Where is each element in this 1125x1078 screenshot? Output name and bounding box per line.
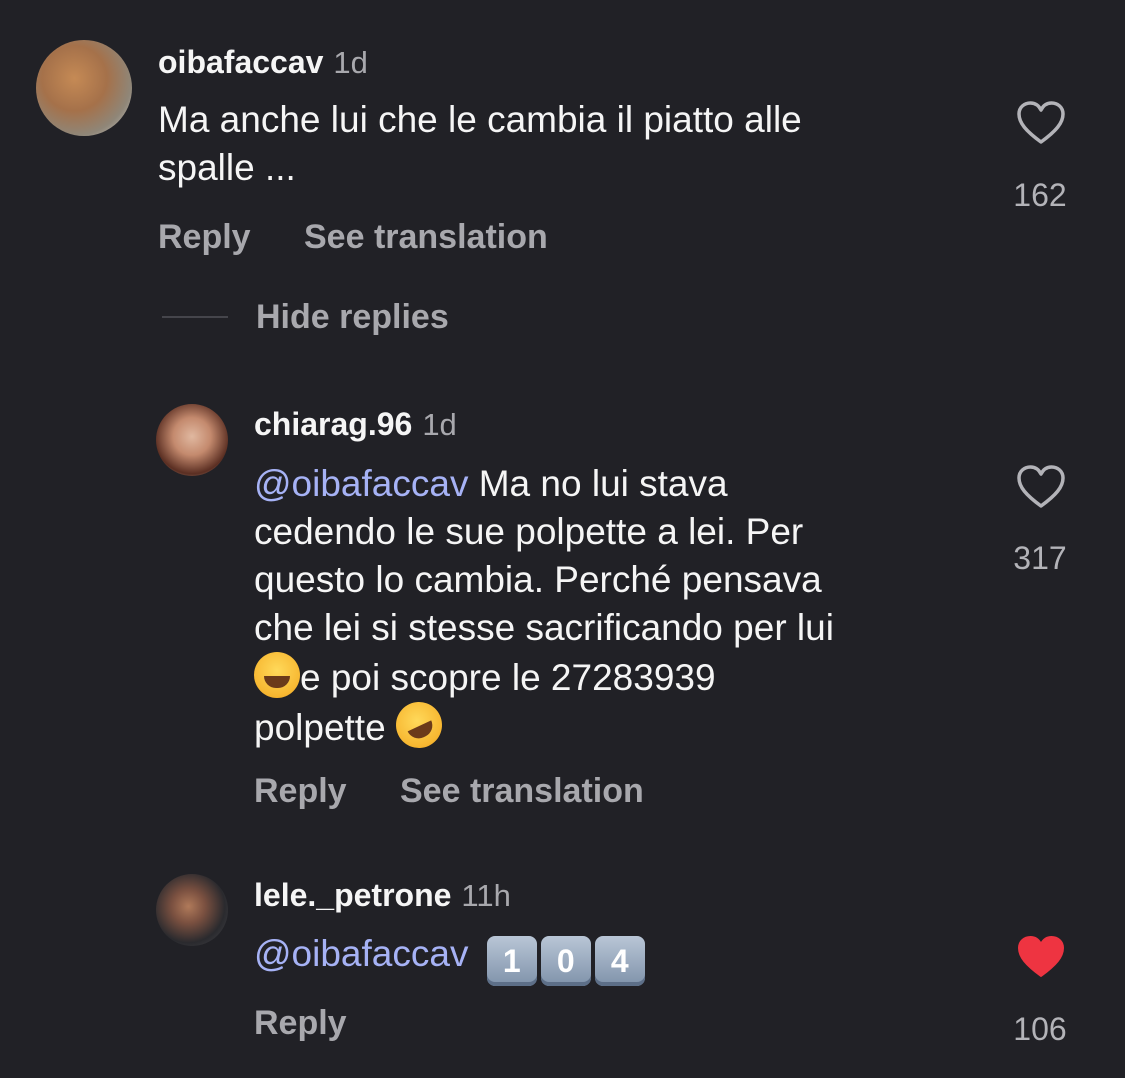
comment-text: @oibafaccav Ma no lui stava cedendo le s… [254,460,834,756]
comment-username[interactable]: chiarag.96 1d [254,406,457,443]
reply-button[interactable]: Reply [254,772,347,811]
keycap-one-icon: 1 [486,936,537,986]
rolling-laughing-emoji-icon [388,694,450,756]
comment-text: @oibafaccav 104 [254,930,649,986]
tears-of-joy-emoji-icon [254,652,300,698]
comment-text-line: cedendo le sue polpette a lei. Per [254,511,804,552]
mention-link[interactable]: @oibafaccav [254,933,468,974]
avatar[interactable] [156,404,228,476]
see-translation-button[interactable]: See translation [400,772,644,811]
reply-button[interactable]: Reply [254,1004,347,1043]
comment-text-line: Ma no lui stava [468,463,728,504]
heart-outline-icon[interactable] [1016,464,1066,510]
comment-text-line: che lei si stesse sacrificando per lui [254,607,834,648]
comment-timestamp: 1d [422,407,457,442]
comment-timestamp: 11h [461,878,511,913]
comment-username[interactable]: oibafaccav 1d [158,44,368,81]
like-count: 162 [1013,177,1067,213]
keycap-four-icon: 4 [594,936,645,986]
comment-text-line: Ma anche lui che le cambia il piatto all… [158,99,802,140]
heart-filled-icon[interactable] [1016,934,1066,980]
heart-outline-icon[interactable] [1016,100,1066,146]
keycap-zero-icon: 0 [540,936,591,986]
comment-text: Ma anche lui che le cambia il piatto all… [158,96,802,192]
comment-timestamp: 1d [333,45,368,80]
username-text[interactable]: lele._petrone [254,877,451,913]
like-count: 106 [1013,1011,1067,1047]
username-text[interactable]: oibafaccav [158,44,323,80]
username-text[interactable]: chiarag.96 [254,406,412,442]
like-count: 317 [1013,540,1067,576]
comment-text-line: e poi scopre le 27283939 [300,657,716,698]
hide-replies-button[interactable]: Hide replies [256,298,449,337]
avatar[interactable] [156,874,228,946]
reply-button[interactable]: Reply [158,218,251,257]
mention-link[interactable]: @oibafaccav [254,463,468,504]
comment-username[interactable]: lele._petrone 11h [254,877,511,914]
avatar[interactable] [36,40,132,136]
comment-text-line: spalle ... [158,147,296,188]
comment-text-line: polpette [254,707,396,748]
see-translation-button[interactable]: See translation [304,218,548,257]
comment-text-line: questo lo cambia. Perché pensava [254,559,822,600]
replies-divider [162,316,228,318]
